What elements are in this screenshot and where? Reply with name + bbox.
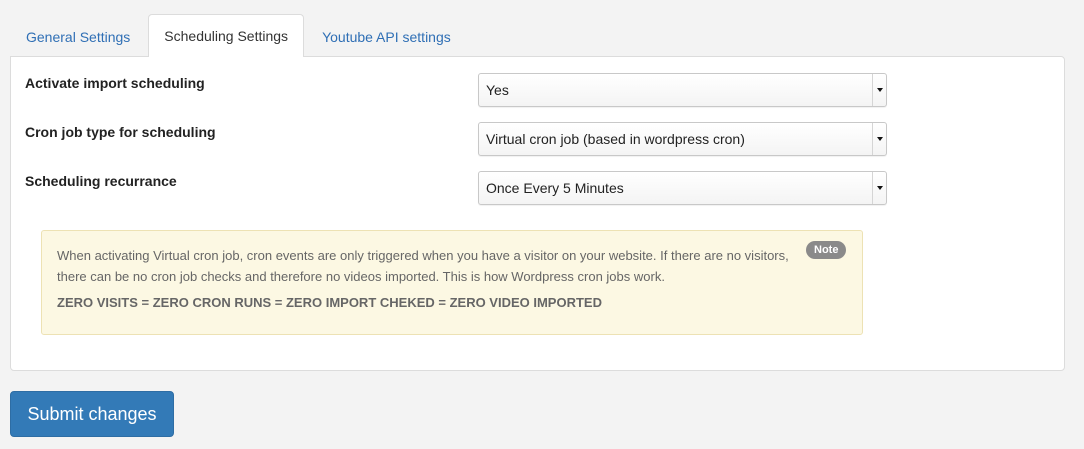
note-warning: ZERO VISITS = ZERO CRON RUNS = ZERO IMPO…	[57, 295, 602, 310]
note-badge: Note	[806, 241, 847, 259]
cron-job-type-select[interactable]: Virtual cron job (based in wordpress cro…	[478, 122, 887, 156]
scheduling-settings-panel: Activate import scheduling Yes Cron job …	[10, 56, 1065, 371]
tab-scheduling-settings[interactable]: Scheduling Settings	[148, 14, 305, 57]
select-value: Virtual cron job (based in wordpress cro…	[486, 131, 745, 147]
chevron-down-icon	[872, 74, 886, 106]
submit-changes-button[interactable]: Submit changes	[10, 391, 174, 437]
cron-job-type-label: Cron job type for scheduling	[25, 124, 216, 140]
scheduling-recurrance-label: Scheduling recurrance	[25, 173, 177, 189]
activate-import-scheduling-label: Activate import scheduling	[25, 75, 205, 91]
virtual-cron-note: When activating Virtual cron job, cron e…	[41, 230, 863, 335]
select-value: Once Every 5 Minutes	[486, 180, 624, 196]
tab-youtube-api-settings[interactable]: Youtube API settings	[306, 15, 467, 57]
chevron-down-icon	[872, 123, 886, 155]
select-value: Yes	[486, 82, 509, 98]
scheduling-recurrance-select[interactable]: Once Every 5 Minutes	[478, 171, 887, 205]
activate-import-scheduling-select[interactable]: Yes	[478, 73, 887, 107]
settings-tabs: General Settings Scheduling Settings You…	[10, 14, 469, 57]
tab-general-settings[interactable]: General Settings	[10, 15, 146, 57]
note-text: When activating Virtual cron job, cron e…	[57, 248, 789, 284]
chevron-down-icon	[872, 172, 886, 204]
